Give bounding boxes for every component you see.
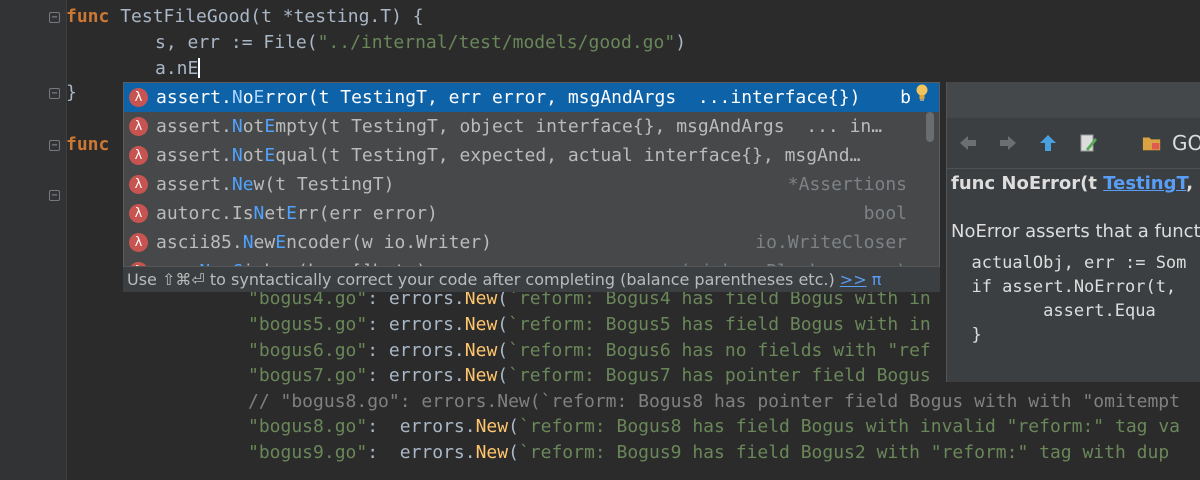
completion-signature: assert.New(t TestingT)	[156, 174, 395, 195]
completion-return-type: bool	[863, 203, 907, 224]
completion-item[interactable]: λ assert.NotEqual(t TestingT, expected, a…	[124, 141, 939, 170]
code-token: `reform: Bogus5 has field Bogus with in	[508, 314, 931, 335]
completion-signature: assert.NotEmpty(t TestingT, object inter…	[156, 116, 883, 137]
lambda-icon: λ	[129, 88, 148, 107]
doc-signature: func NoError(t TestingT, e	[951, 173, 1200, 194]
code-token: s, err := File(	[155, 32, 318, 53]
code-token: (	[497, 365, 509, 386]
code-token: : errors.	[367, 416, 476, 437]
completion-scroll-thumb[interactable]	[926, 112, 934, 142]
lambda-icon: λ	[129, 204, 148, 223]
doc-code-line: if assert.NoError(t,	[951, 277, 1187, 297]
completion-item[interactable]: λ assert.New(t TestingT) *Assertions	[124, 170, 939, 199]
code-token: // "bogus8.go": errors.New(`reform: Bogu…	[248, 391, 1180, 412]
forward-arrow-icon[interactable]	[998, 133, 1018, 153]
gutter-separator	[66, 0, 67, 480]
code-line[interactable]: "bogus6.go": errors.New(`reform: Bogus6 …	[248, 339, 931, 363]
code-token: `reform: Bogus7 has pointer field Bogus	[508, 365, 931, 386]
completion-return-type: *Assertions	[787, 174, 907, 195]
code-token: `reform: Bogus6 has no fields with "ref	[508, 340, 931, 361]
code-token: (	[497, 314, 509, 335]
completion-item[interactable]: λ assert.NotEmpty(t TestingT, object inte…	[124, 112, 939, 141]
doc-signature-text: func NoError(t	[951, 173, 1104, 194]
code-token: `reform: Bogus8 has field Bogus with inv…	[518, 416, 1181, 437]
code-token: "bogus6.go"	[248, 340, 368, 361]
code-token: }	[66, 82, 77, 103]
code-line[interactable]: // "bogus8.go": errors.New(`reform: Bogu…	[248, 390, 1180, 414]
lambda-icon: λ	[129, 117, 148, 136]
code-token: New	[464, 314, 498, 335]
code-token: New	[475, 416, 509, 437]
code-line[interactable]: func TestFileGood(t *testing.T) {	[66, 5, 424, 29]
code-line[interactable]: s, err := File("../internal/test/models/…	[155, 31, 686, 55]
code-token: New	[475, 442, 509, 463]
completion-signature: autorc.IsNetErr(err error)	[156, 203, 438, 224]
fold-toggle-icon[interactable]: −	[49, 12, 60, 23]
doc-toolbar	[947, 118, 1200, 169]
completion-item[interactable]: λ ascii85.NewEncoder(w io.Writer) io.Write…	[124, 228, 939, 257]
hint-more-link[interactable]: >>	[840, 270, 867, 289]
code-token: func	[66, 6, 121, 27]
completion-popup: λ assert.NoError(t TestingT, err error, m…	[123, 82, 940, 292]
completion-item[interactable]: λ assert.NoError(t TestingT, err error, m…	[124, 83, 939, 112]
doc-code-line: assert.Equa	[951, 301, 1156, 321]
code-line[interactable]: func	[66, 133, 120, 157]
completion-signature: assert.NoError(t TestingT, err error, ms…	[156, 87, 861, 108]
code-token: TestFileGood(t *testing.T) {	[120, 6, 424, 27]
completion-item[interactable]: λ autorc.IsNetErr(err error) bool	[124, 199, 939, 228]
doc-signature-rest: , e	[1186, 173, 1200, 194]
doc-type-link[interactable]: TestingT	[1103, 173, 1186, 194]
code-line[interactable]: "bogus5.go": errors.New(`reform: Bogus5 …	[248, 313, 931, 337]
completion-signature: assert.NotEqual(t TestingT, expected, ac…	[156, 145, 861, 166]
code-token: : errors.	[367, 314, 465, 335]
doc-file-label: GO	[1172, 131, 1200, 155]
lambda-icon: λ	[129, 175, 148, 194]
code-token: : errors.	[367, 340, 465, 361]
folder-icon[interactable]	[1142, 133, 1162, 153]
doc-code-line: actualObj, err := Som	[951, 253, 1187, 273]
edit-source-icon[interactable]	[1078, 133, 1098, 153]
up-arrow-icon[interactable]	[1038, 133, 1058, 153]
code-token: `reform: Bogus9 has field Bogus2 with "r…	[518, 442, 1170, 463]
code-token: func	[66, 134, 121, 155]
lambda-icon: λ	[129, 146, 148, 165]
code-token: "bogus7.go"	[248, 365, 368, 386]
code-line[interactable]: "bogus8.go": errors.New(`reform: Bogus8 …	[248, 415, 1180, 439]
code-token: (	[497, 340, 509, 361]
code-token: "bogus5.go"	[248, 314, 368, 335]
code-token: New	[464, 365, 498, 386]
code-line[interactable]: "bogus7.go": errors.New(`reform: Bogus7 …	[248, 364, 931, 388]
hint-text: Use ⇧⌘⏎ to syntactically correct your co…	[127, 270, 835, 289]
doc-titlebar	[947, 82, 1200, 118]
code-token: "../internal/test/models/good.go"	[317, 32, 676, 53]
editor-gutter	[0, 0, 66, 480]
code-token: )	[675, 32, 687, 53]
text-caret	[198, 58, 201, 78]
completion-signature: ascii85.NewEncoder(w io.Writer)	[156, 232, 492, 253]
code-token: a.nE	[155, 58, 199, 79]
lambda-icon: λ	[129, 233, 148, 252]
code-token: (	[508, 416, 519, 437]
doc-code-line: }	[951, 325, 982, 345]
completion-return-type: b	[900, 87, 911, 108]
code-token: (	[508, 442, 519, 463]
back-arrow-icon[interactable]	[958, 133, 978, 153]
code-line[interactable]: a.nE	[155, 57, 201, 81]
code-token: "bogus8.go"	[248, 416, 368, 437]
completion-hint: Use ⇧⌘⏎ to syntactically correct your co…	[123, 266, 940, 292]
hint-pi[interactable]: π	[872, 270, 882, 289]
code-token: : errors.	[367, 365, 465, 386]
code-line[interactable]: "bogus9.go": errors.New(`reform: Bogus9 …	[248, 441, 1169, 465]
code-token: : errors.	[367, 442, 476, 463]
code-line[interactable]: }	[66, 81, 77, 105]
completion-return-type: io.WriteCloser	[755, 232, 907, 253]
fold-toggle-icon[interactable]: −	[49, 140, 60, 151]
code-token: New	[464, 340, 498, 361]
doc-description: NoError asserts that a funct	[951, 221, 1200, 242]
fold-toggle-icon[interactable]: −	[49, 88, 60, 99]
code-token: "bogus9.go"	[248, 442, 368, 463]
fold-toggle-icon[interactable]: −	[49, 190, 60, 201]
lightbulb-icon[interactable]	[915, 84, 929, 102]
